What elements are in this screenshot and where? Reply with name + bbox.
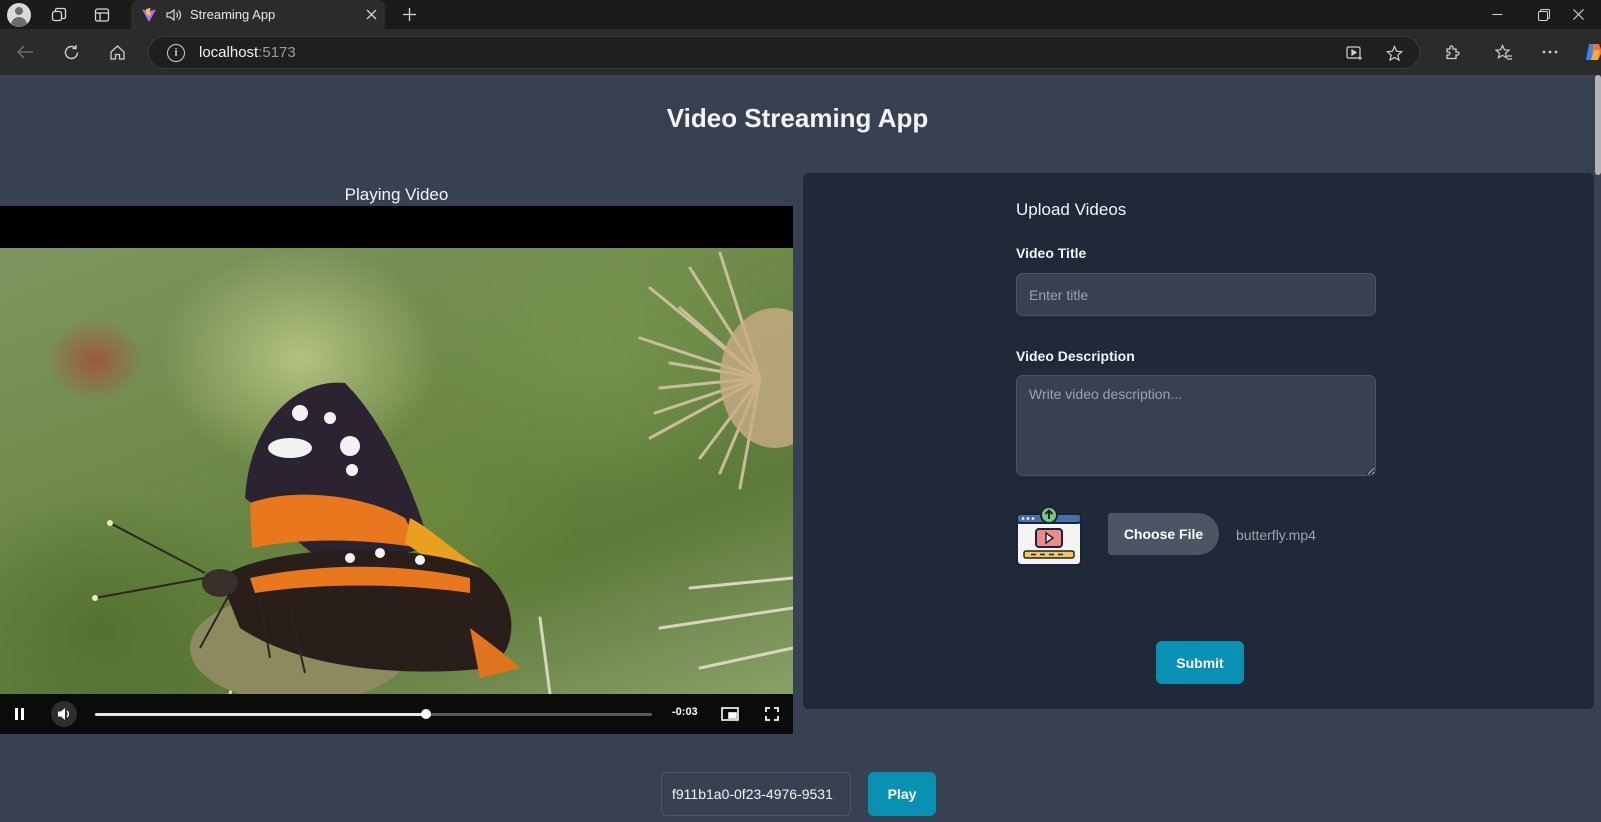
submit-button[interactable]: Submit: [1156, 641, 1244, 684]
tab-title: Streaming App: [190, 7, 276, 22]
address-bar[interactable]: i localhost:5173: [148, 36, 1420, 69]
favorite-star-icon[interactable]: [1381, 40, 1407, 66]
page-scrollbar[interactable]: [1595, 75, 1601, 175]
video-description-textarea[interactable]: [1016, 375, 1376, 476]
new-tab-icon[interactable]: [393, 0, 425, 29]
page-title: Video Streaming App: [666, 103, 929, 133]
fullscreen-icon[interactable]: [760, 702, 784, 726]
video-frame[interactable]: [0, 248, 793, 694]
seek-bar[interactable]: [95, 709, 652, 719]
site-info-icon[interactable]: i: [167, 43, 185, 62]
close-icon[interactable]: [357, 4, 385, 26]
video-id-input[interactable]: [661, 772, 851, 816]
video-title-input[interactable]: [1016, 273, 1376, 316]
extensions-icon[interactable]: [1436, 36, 1468, 68]
volume-icon[interactable]: [51, 701, 77, 727]
copilot-icon[interactable]: [1578, 36, 1601, 68]
play-button[interactable]: Play: [868, 772, 936, 816]
video-player[interactable]: -0:03: [0, 206, 793, 734]
address-port: :5173: [258, 44, 296, 61]
tab-actions-icon[interactable]: [84, 0, 120, 29]
video-upload-icon: [1016, 506, 1082, 566]
workspaces-icon[interactable]: [41, 0, 77, 29]
home-icon[interactable]: [101, 36, 133, 68]
close-window-icon[interactable]: [1555, 0, 1601, 29]
butterfly-video-image: [92, 251, 793, 694]
choose-file-button[interactable]: Choose File: [1108, 513, 1219, 555]
address-host: localhost: [199, 44, 259, 61]
profile-icon[interactable]: [7, 3, 31, 27]
video-title-label: Video Title: [1016, 245, 1087, 261]
selected-file-name: butterfly.mp4: [1236, 527, 1316, 543]
video-description-label: Video Description: [1016, 348, 1135, 364]
video-controls: -0:03: [0, 694, 793, 734]
browser-tab-bar: Streaming App: [0, 0, 1601, 29]
pause-icon[interactable]: [8, 702, 32, 726]
app-page: Video Streaming App Playing Video -0:03 …: [0, 75, 1601, 822]
minimize-icon[interactable]: [1474, 0, 1520, 29]
vite-favicon: [141, 7, 157, 23]
player-label: Playing Video: [344, 185, 449, 204]
app-available-icon[interactable]: [1341, 40, 1367, 66]
active-tab[interactable]: Streaming App: [131, 0, 385, 29]
upload-heading: Upload Videos: [1016, 200, 1127, 219]
time-remaining: -0:03: [672, 706, 698, 718]
seek-handle[interactable]: [421, 709, 432, 719]
back-icon[interactable]: [9, 36, 41, 68]
more-icon[interactable]: [1534, 36, 1566, 68]
speaker-icon[interactable]: [165, 7, 182, 23]
browser-toolbar: i localhost:5173: [0, 29, 1601, 75]
favorites-icon[interactable]: [1488, 36, 1520, 68]
upload-card: Upload Videos Video Title Video Descript…: [803, 173, 1594, 709]
refresh-icon[interactable]: [55, 36, 87, 68]
seek-progress: [95, 713, 427, 716]
picture-in-picture-icon[interactable]: [718, 702, 742, 726]
